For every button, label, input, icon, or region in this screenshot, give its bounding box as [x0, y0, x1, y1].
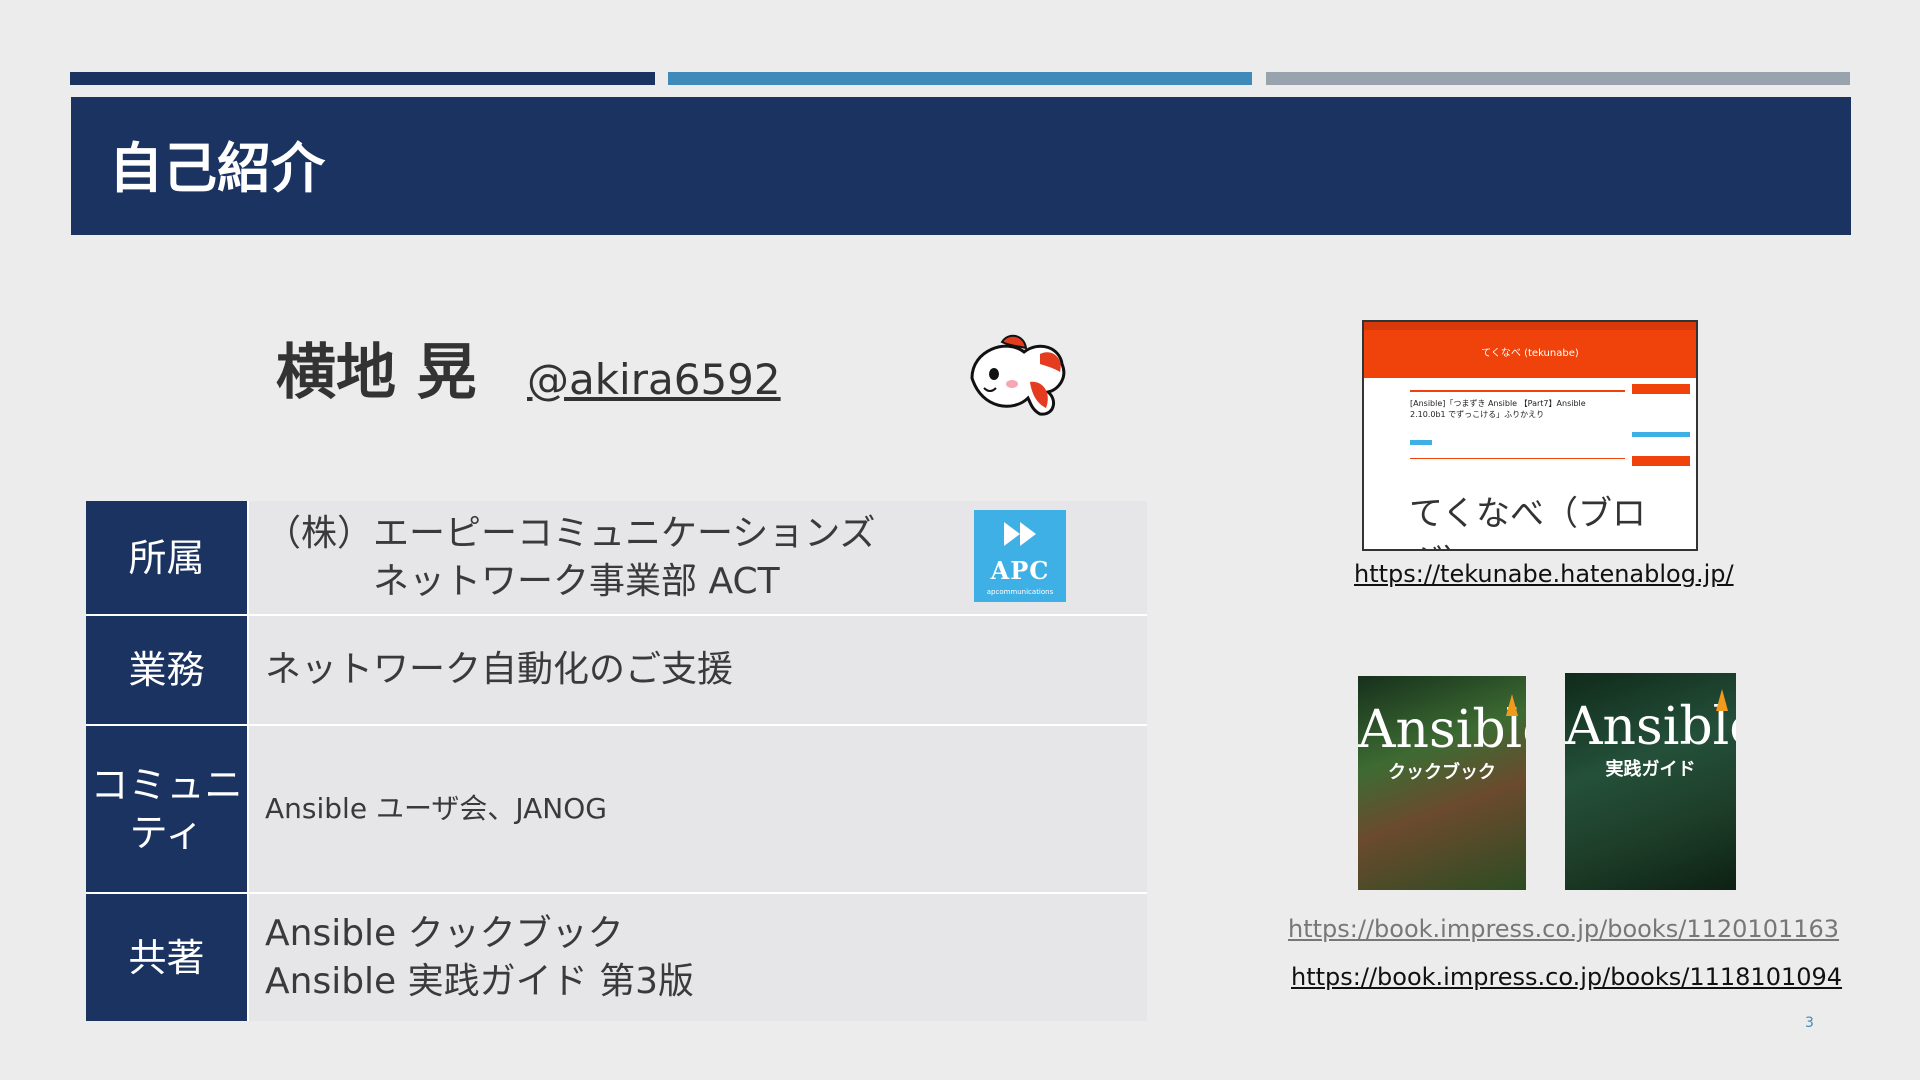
book1-url-link[interactable]: https://book.impress.co.jp/books/1120101…	[1288, 915, 1839, 943]
accent-bar-navy	[70, 72, 655, 85]
book1-subtitle: クックブック	[1388, 762, 1496, 783]
book2-subtitle: 実践ガイド	[1605, 759, 1696, 780]
goldfish-mascot-icon	[970, 334, 1066, 416]
book-cover-cookbook[interactable]: Ansible クックブック	[1358, 676, 1526, 890]
apc-logo: APC apcommunications	[974, 510, 1066, 602]
apc-logo-subtext: apcommunications	[986, 588, 1054, 596]
community-list: Ansible ユーザ会、JANOG	[265, 792, 607, 825]
presenter-name: 横地 晃	[276, 338, 477, 408]
apc-logo-text: APC	[990, 556, 1050, 585]
row-body-community: Ansible ユーザ会、JANOG	[249, 726, 1147, 892]
coauthor-book-2: Ansible 実践ガイド 第3版	[265, 960, 694, 1002]
row-header-work: 業務	[86, 616, 249, 724]
row-header-community: コミュニ ティ	[86, 726, 249, 892]
fast-forward-icon	[1004, 522, 1036, 546]
book2-url-link[interactable]: https://book.impress.co.jp/books/1118101…	[1291, 963, 1842, 991]
row-header-affiliation: 所属	[86, 501, 249, 614]
book-cover-practice-guide[interactable]: Ansible 実践ガイド	[1565, 673, 1736, 890]
blog-post-title: [Ansible]「つまずき Ansible 【Part7】Ansible 2.…	[1410, 399, 1586, 419]
coauthor-book-1: Ansible クックブック	[265, 912, 624, 954]
book2-title: Ansible	[1565, 697, 1736, 757]
blog-site-name: てくなべ (tekunabe)	[1481, 348, 1579, 359]
table-row-community: コミュニ ティ Ansible ユーザ会、JANOG	[86, 726, 1147, 894]
slide-title: 自己紹介	[109, 137, 325, 200]
accent-bar-gray	[1266, 72, 1850, 85]
twitter-handle-link[interactable]: @akira6592	[527, 355, 781, 405]
work-description: ネットワーク自動化のご支援	[265, 649, 734, 690]
title-banner: 自己紹介	[71, 97, 1851, 235]
blog-url-link[interactable]: https://tekunabe.hatenablog.jp/	[1354, 560, 1734, 588]
blog-screenshot[interactable]: てくなべ (tekunabe) [Ansible]「つまずき Ansible 【…	[1362, 320, 1698, 551]
row-body-work: ネットワーク自動化のご支援	[249, 616, 1147, 724]
page-number: 3	[1805, 1015, 1814, 1031]
book1-title: Ansible	[1358, 700, 1526, 760]
accent-bar-blue	[668, 72, 1252, 85]
table-row-affiliation: 所属 （株）エーピーコミュニケーションズ ネットワーク事業部 ACT APC a…	[86, 501, 1147, 616]
table-row-coauthor: 共著 Ansible クックブック Ansible 実践ガイド 第3版	[86, 894, 1147, 1021]
profile-table: 所属 （株）エーピーコミュニケーションズ ネットワーク事業部 ACT APC a…	[86, 501, 1147, 1021]
community-header-line-1: コミュニ	[90, 763, 243, 807]
blog-header: てくなべ (tekunabe)	[1364, 322, 1696, 378]
row-header-coauthor: 共著	[86, 894, 249, 1021]
row-body-coauthor: Ansible クックブック Ansible 実践ガイド 第3版	[249, 894, 1147, 1021]
blog-caption: てくなべ（ブログ）	[1409, 494, 1646, 549]
table-row-work: 業務 ネットワーク自動化のご支援	[86, 616, 1147, 726]
community-header-line-2: ティ	[129, 811, 204, 855]
